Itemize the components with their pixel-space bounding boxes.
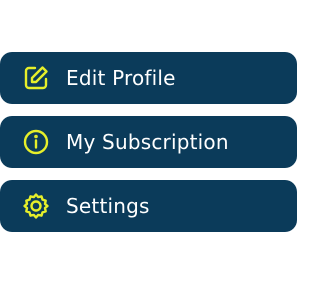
- info-icon: [22, 128, 50, 156]
- menu-item-label: My Subscription: [66, 130, 229, 154]
- menu-item-label: Edit Profile: [66, 66, 176, 90]
- gear-icon: [22, 192, 50, 220]
- menu-item-settings[interactable]: Settings: [0, 180, 297, 232]
- menu-item-label: Settings: [66, 194, 150, 218]
- menu-item-edit-profile[interactable]: Edit Profile: [0, 52, 297, 104]
- edit-icon: [22, 64, 50, 92]
- menu-item-my-subscription[interactable]: My Subscription: [0, 116, 297, 168]
- profile-menu: Edit Profile My Subscription Settings: [0, 52, 297, 232]
